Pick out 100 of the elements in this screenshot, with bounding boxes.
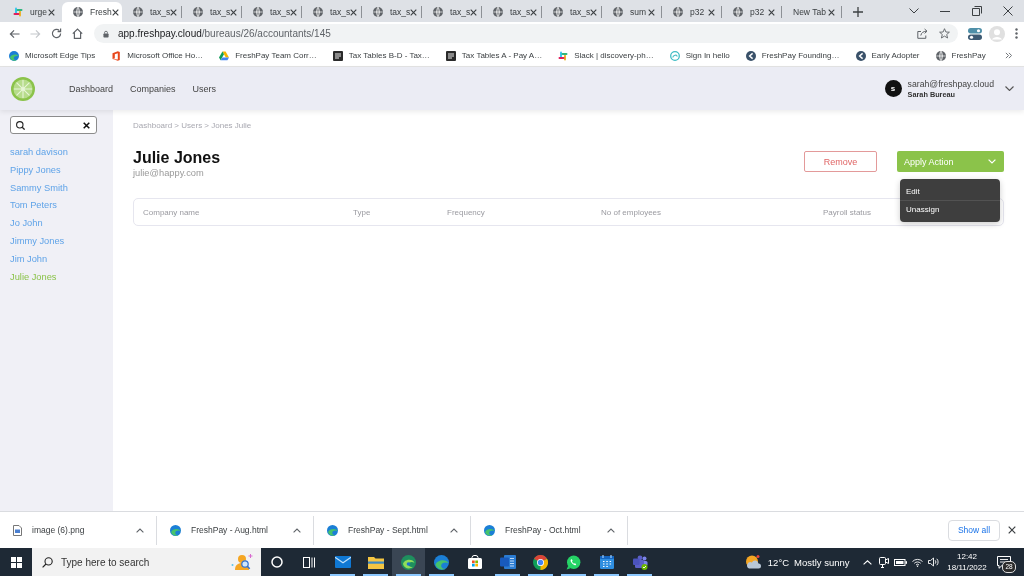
chevron-down-icon[interactable] xyxy=(908,8,919,14)
close-icon[interactable] xyxy=(768,8,775,16)
close-icon[interactable] xyxy=(410,8,418,16)
globe-icon xyxy=(73,7,83,17)
download-item[interactable]: image (6).png xyxy=(0,515,157,545)
remove-button[interactable]: Remove xyxy=(804,151,877,172)
chevron-up-icon[interactable] xyxy=(136,527,144,533)
browser-tab[interactable]: urge xyxy=(2,2,62,22)
toggle-icon[interactable] xyxy=(968,27,982,40)
restore-icon[interactable] xyxy=(971,6,982,16)
circle-icon[interactable] xyxy=(271,556,283,568)
browser-tab[interactable]: Fresh xyxy=(62,2,122,22)
browser-tab[interactable]: tax_s xyxy=(542,2,602,22)
close-icon[interactable] xyxy=(350,8,358,16)
clear-icon[interactable] xyxy=(83,121,90,129)
download-item[interactable]: FreshPay - Sept.html xyxy=(314,515,471,545)
reload-icon[interactable] xyxy=(51,28,62,39)
globe-icon xyxy=(733,7,743,17)
close-icon[interactable] xyxy=(1003,6,1014,16)
plus-icon[interactable] xyxy=(853,7,863,17)
close-icon[interactable] xyxy=(170,8,178,16)
browser-tab[interactable]: tax_s xyxy=(422,2,482,22)
bookmark[interactable]: Sign In hello xyxy=(669,50,730,61)
minimize-icon[interactable] xyxy=(940,10,951,12)
nav-link[interactable]: Users xyxy=(192,83,217,94)
bookmark[interactable]: Microsoft Office Ho… xyxy=(111,50,204,61)
back-arrow-icon[interactable] xyxy=(9,28,20,39)
browser-tab[interactable]: p32 xyxy=(662,2,722,22)
bookmark[interactable]: Tax Tables A - Pay A… xyxy=(445,50,543,61)
close-icon[interactable] xyxy=(230,8,238,16)
browser-tab[interactable]: tax_s xyxy=(122,2,182,22)
bookmark[interactable]: Tax Tables B-D - Tax… xyxy=(332,50,430,61)
close-icon[interactable] xyxy=(708,8,715,16)
browser-tab[interactable]: sum xyxy=(602,2,662,22)
edge-icon xyxy=(170,524,181,536)
search-field[interactable] xyxy=(10,116,97,134)
task-view-icon[interactable] xyxy=(303,556,315,568)
close-icon[interactable] xyxy=(530,8,538,16)
browser-tab[interactable]: tax_s xyxy=(242,2,302,22)
windows-icon[interactable] xyxy=(10,556,22,568)
browser-tab[interactable]: New Tab xyxy=(782,2,842,22)
chevron-up-icon[interactable] xyxy=(450,527,458,533)
bookmark[interactable]: FreshPay xyxy=(935,50,986,61)
globe-icon xyxy=(373,7,383,17)
bookmark[interactable]: Early Adopter xyxy=(855,50,920,61)
column-header: Company name xyxy=(143,207,200,217)
close-icon[interactable] xyxy=(828,8,835,16)
address-bar[interactable]: app.freshpay.cloud/bureaus/26/accountants/145 xyxy=(94,24,958,43)
office-icon xyxy=(111,50,122,61)
chat-bubble-icon[interactable] xyxy=(997,555,1011,569)
bookmark[interactable]: Microsoft Edge Tips xyxy=(9,50,96,61)
chevron-circle-icon xyxy=(745,50,756,61)
chevron-up-icon[interactable] xyxy=(607,527,615,533)
download-item[interactable]: FreshPay - Aug.html xyxy=(157,515,314,545)
nav-link[interactable]: Companies xyxy=(130,83,176,94)
wifi-icon[interactable] xyxy=(911,557,923,567)
chevron-up-icon[interactable] xyxy=(293,527,301,533)
lock-icon[interactable] xyxy=(103,29,109,38)
browser-tab[interactable]: tax_s xyxy=(302,2,362,22)
close-icon[interactable] xyxy=(590,8,598,16)
clock[interactable]: 12:42 18/11/2022 xyxy=(942,548,992,576)
speaker-icon[interactable] xyxy=(928,557,940,567)
bookmark[interactable]: FreshPay Founding… xyxy=(745,50,840,61)
close-icon[interactable] xyxy=(111,8,119,16)
url-text[interactable]: app.freshpay.cloud/bureaus/26/accountants/145 xyxy=(118,28,331,39)
bookmark[interactable]: Slack | discovery-ph… xyxy=(558,50,654,61)
edge-icon xyxy=(327,524,338,536)
user-email: julie@happy.com xyxy=(133,167,204,179)
globe-icon xyxy=(253,7,263,17)
menu-item[interactable]: Unassign xyxy=(900,200,1000,218)
show-all-button[interactable]: Show all xyxy=(948,519,1000,541)
sun-cloud-icon xyxy=(744,555,761,569)
nav-link[interactable]: Dashboard xyxy=(69,83,114,94)
chevron-circle-icon xyxy=(855,50,866,61)
column-header: Payroll status xyxy=(823,207,872,217)
close-icon[interactable] xyxy=(48,8,55,16)
avatar[interactable]: s xyxy=(884,80,902,97)
taskbar-search-field[interactable]: Type here to search xyxy=(32,548,261,576)
column-header: No of employees xyxy=(601,207,662,217)
share-icon[interactable] xyxy=(917,28,928,39)
battery-icon[interactable] xyxy=(894,558,908,566)
slack-icon xyxy=(13,7,23,17)
camera-icon[interactable] xyxy=(879,556,890,568)
close-icon[interactable] xyxy=(648,8,655,16)
star-icon[interactable] xyxy=(939,28,950,39)
more-icon[interactable] xyxy=(1015,28,1018,39)
double-chevron-icon[interactable] xyxy=(1005,52,1012,59)
close-icon[interactable] xyxy=(470,8,478,16)
browser-tab[interactable]: tax_s xyxy=(182,2,242,22)
home-icon[interactable] xyxy=(72,28,83,39)
close-icon[interactable] xyxy=(290,8,298,16)
close-icon[interactable] xyxy=(1008,526,1016,534)
menu-item[interactable]: Edit xyxy=(900,183,1000,200)
browser-tab[interactable]: p32 xyxy=(722,2,782,22)
weather-widget[interactable]: 12°C Mostly sunny xyxy=(744,548,850,576)
chevron-down-icon[interactable] xyxy=(1005,86,1014,91)
browser-tab[interactable]: tax_s xyxy=(482,2,542,22)
download-item[interactable]: FreshPay - Oct.html xyxy=(471,515,628,545)
bookmark[interactable]: FreshPay Team Corr… xyxy=(219,50,317,61)
browser-tab[interactable]: tax_s xyxy=(362,2,422,22)
